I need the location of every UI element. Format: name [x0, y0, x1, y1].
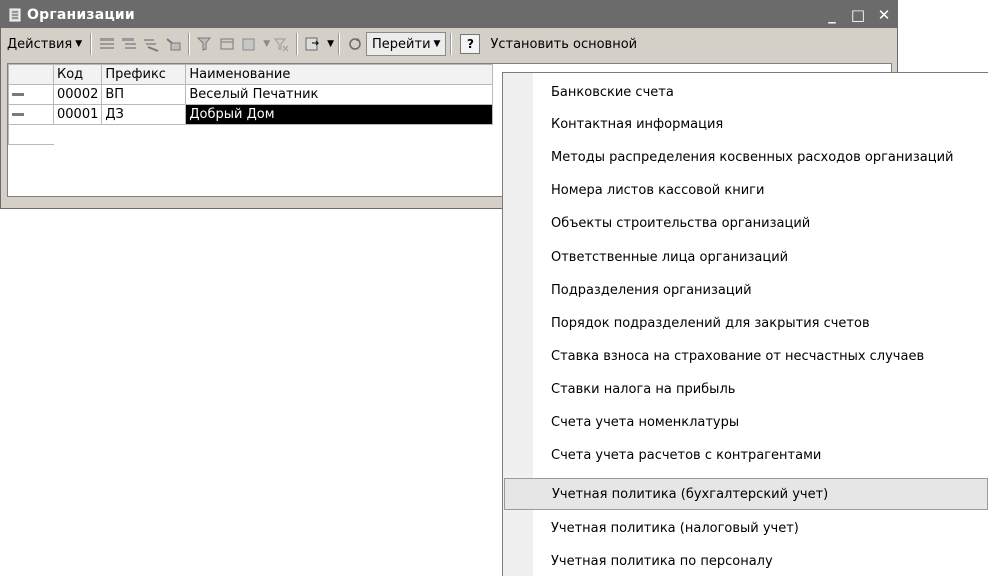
name-cell-selected[interactable]: Добрый Дом	[185, 104, 494, 125]
menu-item-accident-insurance-rate[interactable]: Ставка взноса на страхование от несчастн…	[504, 340, 988, 372]
element-marker-icon	[12, 113, 24, 116]
menu-item-accounting-policy-highlighted[interactable]: Учетная политика (бухгалтерский учет)	[504, 478, 988, 510]
table-row-empty	[8, 124, 493, 145]
window-app-icon	[7, 7, 23, 23]
toolbar-separator	[338, 33, 341, 55]
refresh-icon[interactable]	[344, 31, 366, 57]
export-dropdown-icon[interactable]: ▼	[327, 39, 334, 49]
toolbar-separator	[296, 33, 299, 55]
prefix-cell[interactable]: ВП	[101, 84, 187, 105]
menu-item-bank-accounts[interactable]: Банковские счета	[504, 76, 988, 108]
minimize-button[interactable]: _	[819, 4, 845, 26]
menu-item-profit-tax-rates[interactable]: Ставки налога на прибыль	[504, 373, 988, 405]
maximize-button[interactable]: □	[845, 4, 871, 26]
copy-icon[interactable]	[140, 31, 162, 57]
menu-item-counterparty-accounts[interactable]: Счета учета расчетов с контрагентами	[504, 439, 988, 471]
menu-item-contact-info[interactable]: Контактная информация	[504, 108, 988, 140]
chevron-down-icon: ▼	[75, 39, 83, 49]
row-status-cell	[8, 84, 54, 105]
column-header-icon[interactable]	[8, 64, 54, 85]
menu-item-construction-objects[interactable]: Объекты строительства организаций	[504, 207, 988, 239]
add-icon[interactable]	[96, 31, 118, 57]
filter-off-icon[interactable]	[270, 31, 292, 57]
export-icon[interactable]	[302, 31, 324, 57]
column-header-code[interactable]: Код	[52, 64, 103, 85]
menu-item-cashbook-sheet-numbers[interactable]: Номера листов кассовой книги	[504, 174, 988, 206]
menu-item-department-order[interactable]: Порядок подразделений для закрытия счето…	[504, 307, 988, 339]
menu-item-tax-accounting-policy[interactable]: Учетная политика (налоговый учет)	[504, 512, 988, 544]
close-button[interactable]: ✕	[871, 4, 897, 26]
chevron-down-icon: ▼	[433, 39, 441, 49]
hierarchy-icon[interactable]	[194, 31, 216, 57]
edit-icon[interactable]	[162, 31, 184, 57]
title-bar[interactable]: Организации _ □ ✕	[1, 1, 897, 28]
column-header-name[interactable]: Наименование	[185, 64, 494, 85]
goto-label: Перейти	[372, 36, 431, 52]
menu-item-personnel-policy[interactable]: Учетная политика по персоналу	[504, 545, 988, 577]
menu-item-departments[interactable]: Подразделения организаций	[504, 274, 988, 306]
toolbar-separator	[450, 33, 453, 55]
name-cell[interactable]: Веселый Печатник	[185, 84, 494, 105]
table-header: Код Префикс Наименование	[8, 64, 494, 85]
menu-item-nomenclature-accounts[interactable]: Счета учета номенклатуры	[504, 406, 988, 438]
toolbar-separator	[188, 33, 191, 55]
table-row[interactable]: 00002 ВП Веселый Печатник	[8, 84, 494, 105]
prefix-cell[interactable]: ДЗ	[101, 104, 187, 125]
level-icon[interactable]	[216, 31, 238, 57]
menu-item-cost-allocation-methods[interactable]: Методы распределения косвенных расходов …	[504, 141, 988, 173]
goto-menu-button[interactable]: Перейти ▼	[366, 32, 447, 56]
help-button[interactable]: ?	[460, 34, 481, 54]
code-cell[interactable]: 00002	[52, 84, 103, 105]
add-group-icon[interactable]	[118, 31, 140, 57]
toolbar: Действия ▼ ▼ ▼ Перейти ▼ ? Установить ос…	[1, 28, 897, 60]
actions-label: Действия	[7, 36, 73, 52]
toolbar-separator	[90, 33, 93, 55]
menu-item-responsible-persons[interactable]: Ответственные лица организаций	[504, 241, 988, 273]
goto-dropdown-menu: Банковские счета Контактная информация М…	[502, 72, 988, 576]
set-default-button[interactable]: Установить основной	[486, 31, 641, 57]
row-status-cell	[8, 104, 54, 125]
element-marker-icon	[12, 93, 24, 96]
actions-menu-button[interactable]: Действия ▼	[3, 31, 86, 57]
window-title: Организации	[27, 6, 135, 23]
table-row-selected[interactable]: 00001 ДЗ Добрый Дом	[8, 104, 494, 125]
code-cell[interactable]: 00001	[52, 104, 103, 125]
delete-icon[interactable]	[238, 31, 260, 57]
column-header-prefix[interactable]: Префикс	[101, 64, 187, 85]
delete-dropdown-icon[interactable]: ▼	[263, 39, 270, 49]
